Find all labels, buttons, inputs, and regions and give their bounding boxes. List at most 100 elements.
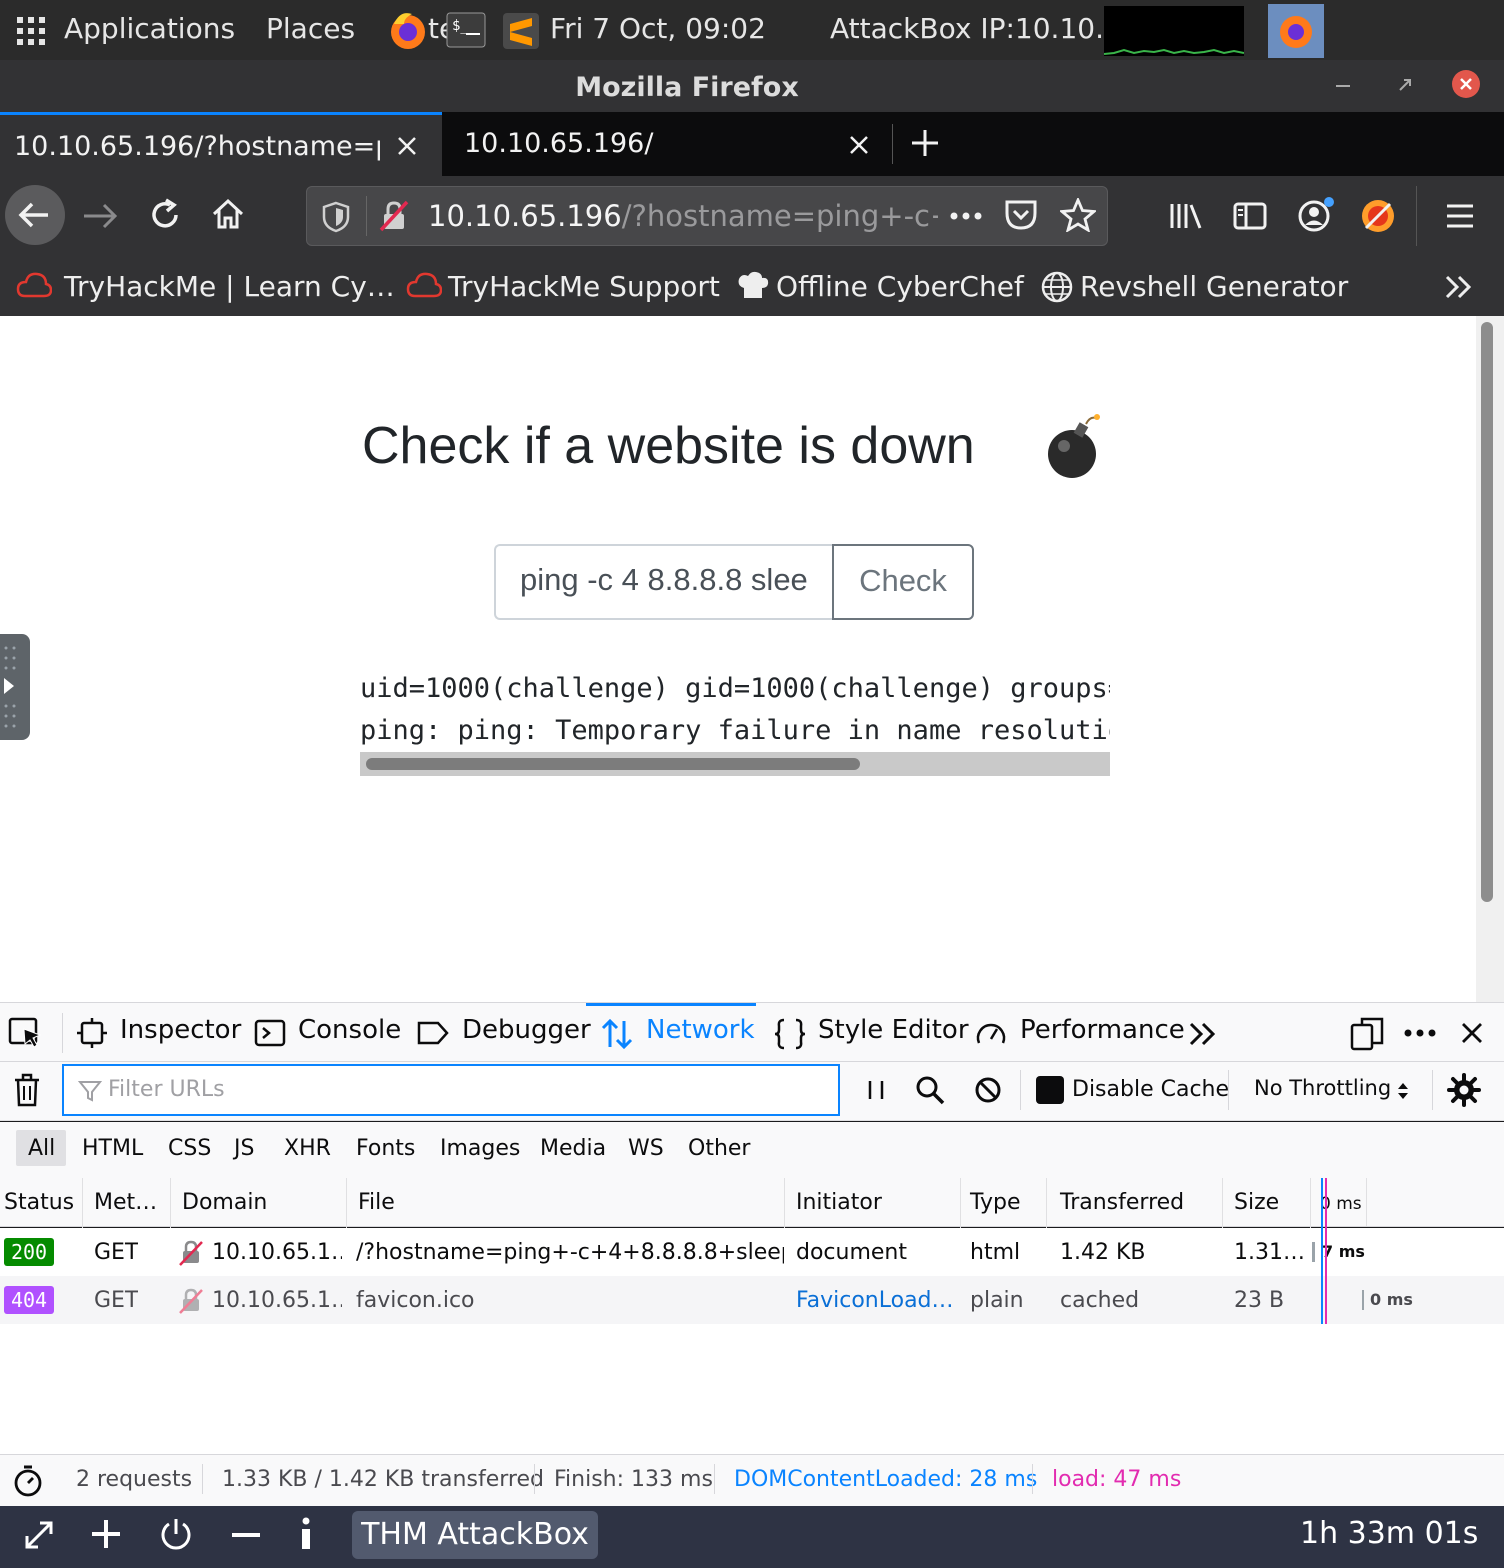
load-marker [1325, 1178, 1327, 1324]
reload-icon[interactable] [148, 198, 182, 232]
tab-active[interactable]: 10.10.65.196/?hostname=pi [0, 112, 442, 176]
sidebar-toggle-icon[interactable] [1232, 200, 1268, 232]
filter-type-xhr[interactable]: XHR [284, 1136, 331, 1161]
output-scrollbar-thumb[interactable] [366, 758, 860, 770]
bookmark-offline-cyberchef[interactable]: Offline CyberChef [776, 270, 1024, 303]
url-text: 10.10.65.196/?hostname=ping+-c+4 [428, 199, 938, 233]
disable-cache-label: Disable Cache [1072, 1077, 1230, 1102]
hamburger-menu-icon[interactable] [1444, 202, 1476, 230]
column-size[interactable]: Size [1234, 1190, 1279, 1215]
column-method[interactable]: Met… [94, 1190, 157, 1215]
tab-console[interactable]: Console [254, 1015, 401, 1051]
pause-icon[interactable] [864, 1078, 888, 1102]
column-domain[interactable]: Domain [182, 1190, 267, 1215]
throttling-select[interactable]: No Throttling [1254, 1076, 1391, 1100]
window-titlebar: Mozilla Firefox [0, 60, 1504, 112]
table-row[interactable]: 404 GET 10.10.65.1… favicon.ico FaviconL… [0, 1276, 1504, 1324]
request-domain: 10.10.65.1… [212, 1288, 342, 1313]
insecure-lock-icon[interactable] [378, 200, 410, 232]
tab-performance[interactable]: Performance [974, 1015, 1185, 1051]
expand-arrows-icon[interactable] [22, 1518, 56, 1552]
close-devtools-icon[interactable] [1460, 1021, 1484, 1045]
chevron-double-right-icon[interactable] [1444, 274, 1474, 300]
close-window-icon[interactable] [1451, 69, 1481, 99]
column-file[interactable]: File [358, 1190, 395, 1215]
terminal-icon[interactable]: $_ [446, 12, 486, 48]
bookmark-tryhackme-learn[interactable]: TryHackMe | Learn Cy… [64, 270, 395, 303]
search-icon[interactable] [914, 1074, 946, 1106]
tab-label: Console [298, 1015, 402, 1045]
minimize-icon[interactable] [1334, 72, 1352, 100]
account-icon[interactable] [1296, 196, 1336, 234]
column-transferred[interactable]: Transferred [1060, 1190, 1184, 1215]
tab-label: Debugger [462, 1015, 591, 1045]
toolbar-separator [1432, 1070, 1433, 1110]
filter-type-other[interactable]: Other [688, 1136, 750, 1161]
tab-network[interactable]: Network [600, 1015, 755, 1051]
back-arrow-icon[interactable] [4, 184, 66, 246]
power-icon[interactable] [158, 1516, 194, 1552]
filter-type-html[interactable]: HTML [82, 1136, 143, 1161]
library-icon[interactable] [1168, 200, 1204, 232]
side-panel-handle[interactable] [0, 634, 30, 740]
close-tab-icon[interactable] [396, 135, 418, 157]
plus-icon[interactable] [90, 1518, 122, 1550]
attackbox-title-button[interactable]: THM AttackBox [352, 1511, 598, 1559]
pocket-icon[interactable] [1004, 199, 1038, 231]
maximize-icon[interactable] [1394, 74, 1416, 96]
info-icon[interactable] [296, 1516, 316, 1552]
dock-side-icon[interactable] [1350, 1015, 1384, 1051]
waterfall-bar [1362, 1290, 1364, 1310]
element-picker-icon[interactable] [8, 1017, 44, 1049]
tab-inspector[interactable]: Inspector [76, 1015, 241, 1051]
tab-style-editor[interactable]: Style Editor [774, 1015, 969, 1051]
bookmark-tryhackme-support[interactable]: TryHackMe Support [448, 270, 720, 303]
page-scrollbar-thumb[interactable] [1481, 322, 1493, 902]
disable-cache-checkbox[interactable] [1036, 1076, 1064, 1104]
clock[interactable]: Fri 7 Oct, 09:02 [550, 12, 766, 45]
domcontentloaded-marker [1321, 1178, 1323, 1324]
apps-grid-icon[interactable] [16, 16, 46, 46]
minus-icon[interactable] [230, 1532, 262, 1538]
column-initiator[interactable]: Initiator [796, 1190, 882, 1215]
filter-type-images[interactable]: Images [440, 1136, 520, 1161]
firefox-launcher-icon[interactable] [386, 8, 430, 52]
new-tab-plus-icon[interactable] [910, 128, 940, 158]
filter-type-media[interactable]: Media [540, 1136, 606, 1161]
tab-debugger[interactable]: Debugger [416, 1015, 591, 1051]
more-tabs-chevron-icon[interactable] [1188, 1021, 1218, 1047]
extension-icon[interactable] [1358, 196, 1398, 236]
filter-type-css[interactable]: CSS [168, 1136, 211, 1161]
bookmark-star-icon[interactable] [1060, 198, 1096, 232]
filter-type-ws[interactable]: WS [628, 1136, 664, 1161]
hostname-input[interactable]: ping -c 4 8.8.8.8 slee [494, 544, 834, 620]
check-button[interactable]: Check [832, 544, 974, 620]
column-type[interactable]: Type [970, 1190, 1021, 1215]
filter-type-js[interactable]: JS [234, 1136, 254, 1161]
page-title: Check if a website is down [362, 416, 975, 476]
summary-finish: Finish: 133 ms [554, 1467, 713, 1492]
stopwatch-icon[interactable] [12, 1464, 44, 1498]
applications-menu[interactable]: Applications [64, 12, 235, 45]
places-menu[interactable]: Places [266, 12, 355, 45]
column-status[interactable]: Status [4, 1190, 74, 1215]
bookmark-revshell-generator[interactable]: Revshell Generator [1080, 270, 1348, 303]
request-initiator-link[interactable]: FaviconLoad… [796, 1288, 956, 1313]
gear-icon[interactable] [1446, 1072, 1482, 1108]
home-icon[interactable] [210, 196, 246, 232]
firefox-taskbar-icon[interactable] [1268, 4, 1324, 58]
close-tab-icon[interactable] [848, 134, 870, 156]
trash-icon[interactable] [12, 1072, 42, 1108]
debugger-icon [416, 1017, 450, 1049]
table-row[interactable]: 200 GET 10.10.65.1… /?hostname=ping+-c+4… [0, 1228, 1504, 1276]
block-icon[interactable] [972, 1074, 1004, 1106]
filter-type-fonts[interactable]: Fonts [356, 1136, 415, 1161]
forward-arrow-icon[interactable] [82, 200, 118, 232]
tab-title: 10.10.65.196/ [464, 128, 654, 159]
filter-type-all[interactable]: All [28, 1136, 55, 1161]
page-actions-ellipsis-icon[interactable] [948, 202, 984, 230]
tab-inactive[interactable]: 10.10.65.196/ [450, 112, 882, 176]
sublime-text-icon[interactable] [502, 12, 540, 50]
devtools-menu-ellipsis-icon[interactable] [1402, 1025, 1438, 1041]
shield-icon[interactable] [322, 201, 350, 233]
